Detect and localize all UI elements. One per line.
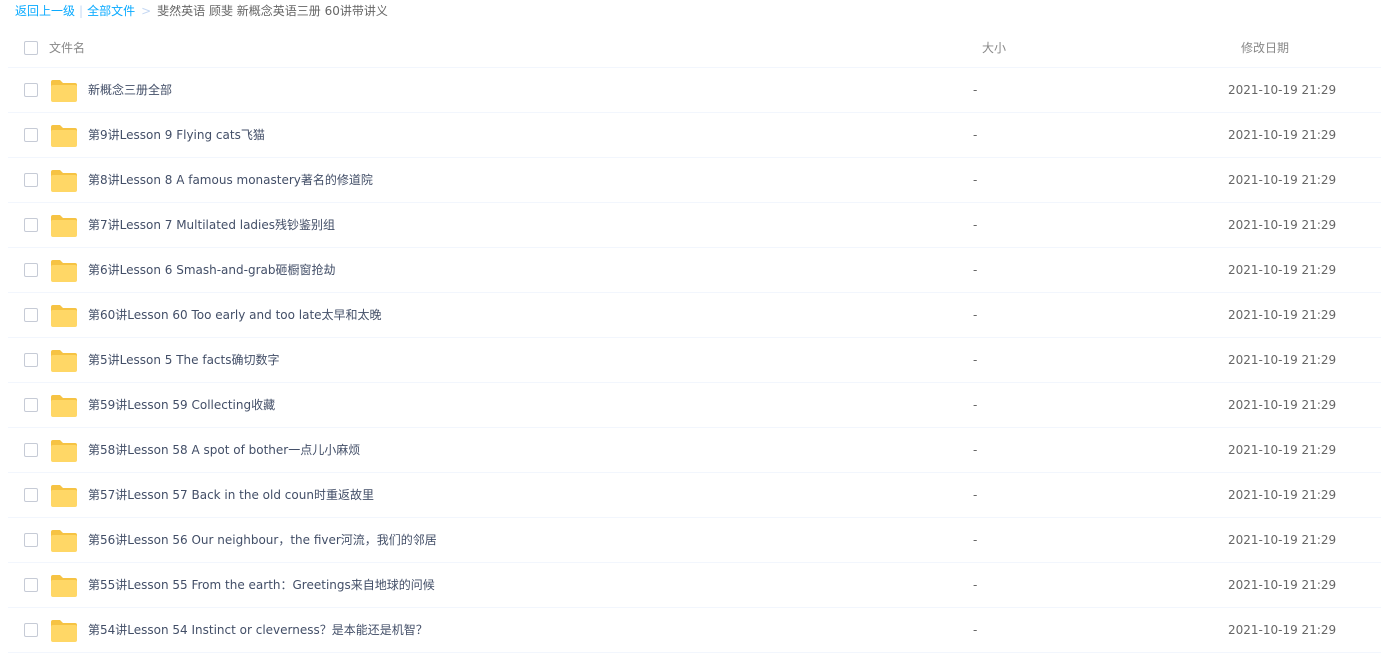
file-row[interactable]: 第7讲Lesson 7 Multilated ladies残钞鉴别组 - 2021-… xyxy=(8,203,1381,248)
folder-icon xyxy=(51,620,77,642)
file-name-link[interactable]: 第55讲Lesson 55 From the earth：Greetings来自… xyxy=(88,563,435,607)
file-size: - xyxy=(973,578,978,592)
file-row[interactable]: 第57讲Lesson 57 Back in the old coun时重返故里 -… xyxy=(8,473,1381,518)
breadcrumb-separator: | xyxy=(79,4,84,18)
file-name-link[interactable]: 第9讲Lesson 9 Flying cats飞猫 xyxy=(88,113,265,157)
file-modified-date: 2021-10-19 21:29 xyxy=(1228,578,1337,592)
file-name-link[interactable]: 第5讲Lesson 5 The facts确切数字 xyxy=(88,338,279,382)
file-size: - xyxy=(973,398,978,412)
file-name-link[interactable]: 新概念三册全部 xyxy=(88,68,172,112)
folder-icon xyxy=(51,305,77,327)
row-checkbox[interactable] xyxy=(24,488,38,502)
file-rows: 新概念三册全部 -2021-10-19 21:29 第9讲Lesson 9 Flyi… xyxy=(8,68,1381,653)
column-header-size[interactable]: 大小 xyxy=(982,29,1006,67)
folder-icon xyxy=(51,260,77,282)
file-row[interactable]: 第59讲Lesson 59 Collecting收藏 - 2021-10-19 21… xyxy=(8,383,1381,428)
row-checkbox[interactable] xyxy=(24,443,38,457)
file-modified-date: 2021-10-19 21:29 xyxy=(1228,623,1337,637)
current-folder-title: 斐然英语 顾斐 新概念英语三册 60讲带讲义 xyxy=(157,4,388,18)
breadcrumb-arrow: > xyxy=(141,4,152,18)
row-checkbox[interactable] xyxy=(24,173,38,187)
file-size: - xyxy=(973,308,978,322)
file-modified-date: 2021-10-19 21:29 xyxy=(1228,308,1337,322)
column-header-name[interactable]: 文件名 xyxy=(49,29,85,67)
file-size: - xyxy=(973,623,978,637)
row-checkbox[interactable] xyxy=(24,398,38,412)
all-files-link[interactable]: 全部文件 xyxy=(87,4,135,18)
file-list: 文件名 大小 修改日期 新概念三册全部 -2021-10-19 21:29 第9讲L… xyxy=(8,29,1381,653)
row-checkbox[interactable] xyxy=(24,623,38,637)
breadcrumb: 返回上一级 | 全部文件 > 斐然英语 顾斐 新概念英语三册 60讲带讲义 xyxy=(15,0,388,22)
folder-icon xyxy=(51,170,77,192)
file-row[interactable]: 第60讲Lesson 60 Too early and too late太早和太… xyxy=(8,293,1381,338)
file-modified-date: 2021-10-19 21:29 xyxy=(1228,128,1337,142)
file-modified-date: 2021-10-19 21:29 xyxy=(1228,533,1337,547)
file-size: - xyxy=(973,83,978,97)
row-checkbox[interactable] xyxy=(24,83,38,97)
folder-icon xyxy=(51,350,77,372)
file-modified-date: 2021-10-19 21:29 xyxy=(1228,443,1337,457)
file-size: - xyxy=(973,443,978,457)
folder-icon xyxy=(51,485,77,507)
file-size: - xyxy=(973,128,978,142)
file-modified-date: 2021-10-19 21:29 xyxy=(1228,218,1337,232)
folder-icon xyxy=(51,530,77,552)
file-size: - xyxy=(973,173,978,187)
row-checkbox[interactable] xyxy=(24,308,38,322)
file-name-link[interactable]: 第7讲Lesson 7 Multilated ladies残钞鉴别组 xyxy=(88,203,335,247)
file-modified-date: 2021-10-19 21:29 xyxy=(1228,83,1337,97)
file-list-header: 文件名 大小 修改日期 xyxy=(8,29,1381,68)
file-name-link[interactable]: 第8讲Lesson 8 A famous monastery著名的修道院 xyxy=(88,158,373,202)
row-checkbox[interactable] xyxy=(24,353,38,367)
file-row[interactable]: 第6讲Lesson 6 Smash-and-grab砸橱窗抢劫 - 2021-10-… xyxy=(8,248,1381,293)
file-modified-date: 2021-10-19 21:29 xyxy=(1228,173,1337,187)
file-row[interactable]: 第55讲Lesson 55 From the earth：Greetings来自… xyxy=(8,563,1381,608)
file-size: - xyxy=(973,263,978,277)
file-size: - xyxy=(973,353,978,367)
select-all-checkbox[interactable] xyxy=(24,41,38,55)
file-name-link[interactable]: 第57讲Lesson 57 Back in the old coun时重返故里 xyxy=(88,473,374,517)
folder-icon xyxy=(51,440,77,462)
file-name-link[interactable]: 第54讲Lesson 54 Instinct or cleverness？是本能… xyxy=(88,608,428,652)
file-name-link[interactable]: 第58讲Lesson 58 A spot of bother一点儿小麻烦 xyxy=(88,428,360,472)
file-name-link[interactable]: 第6讲Lesson 6 Smash-and-grab砸橱窗抢劫 xyxy=(88,248,335,292)
row-checkbox[interactable] xyxy=(24,533,38,547)
file-name-link[interactable]: 第60讲Lesson 60 Too early and too late太早和太… xyxy=(88,293,382,337)
file-row[interactable]: 第54讲Lesson 54 Instinct or cleverness？是本能… xyxy=(8,608,1381,653)
file-row[interactable]: 第5讲Lesson 5 The facts确切数字 - 2021-10-19 21:… xyxy=(8,338,1381,383)
file-row[interactable]: 第56讲Lesson 56 Our neighbour，the fiver河流，… xyxy=(8,518,1381,563)
folder-icon xyxy=(51,125,77,147)
back-link[interactable]: 返回上一级 xyxy=(15,4,75,18)
file-row[interactable]: 新概念三册全部 - 2021-10-19 21:29 xyxy=(8,68,1381,113)
folder-icon xyxy=(51,575,77,597)
file-name-link[interactable]: 第59讲Lesson 59 Collecting收藏 xyxy=(88,383,275,427)
row-checkbox[interactable] xyxy=(24,218,38,232)
folder-icon xyxy=(51,215,77,237)
file-size: - xyxy=(973,488,978,502)
file-row[interactable]: 第58讲Lesson 58 A spot of bother一点儿小麻烦 - 202… xyxy=(8,428,1381,473)
file-size: - xyxy=(973,218,978,232)
file-size: - xyxy=(973,533,978,547)
folder-icon xyxy=(51,80,77,102)
row-checkbox[interactable] xyxy=(24,578,38,592)
column-header-modified[interactable]: 修改日期 xyxy=(1241,29,1289,67)
row-checkbox[interactable] xyxy=(24,128,38,142)
file-modified-date: 2021-10-19 21:29 xyxy=(1228,398,1337,412)
file-row[interactable]: 第8讲Lesson 8 A famous monastery著名的修道院 - 202… xyxy=(8,158,1381,203)
file-modified-date: 2021-10-19 21:29 xyxy=(1228,263,1337,277)
folder-icon xyxy=(51,395,77,417)
file-modified-date: 2021-10-19 21:29 xyxy=(1228,353,1337,367)
row-checkbox[interactable] xyxy=(24,263,38,277)
file-name-link[interactable]: 第56讲Lesson 56 Our neighbour，the fiver河流，… xyxy=(88,518,437,562)
file-modified-date: 2021-10-19 21:29 xyxy=(1228,488,1337,502)
file-row[interactable]: 第9讲Lesson 9 Flying cats飞猫 - 2021-10-19 21:… xyxy=(8,113,1381,158)
